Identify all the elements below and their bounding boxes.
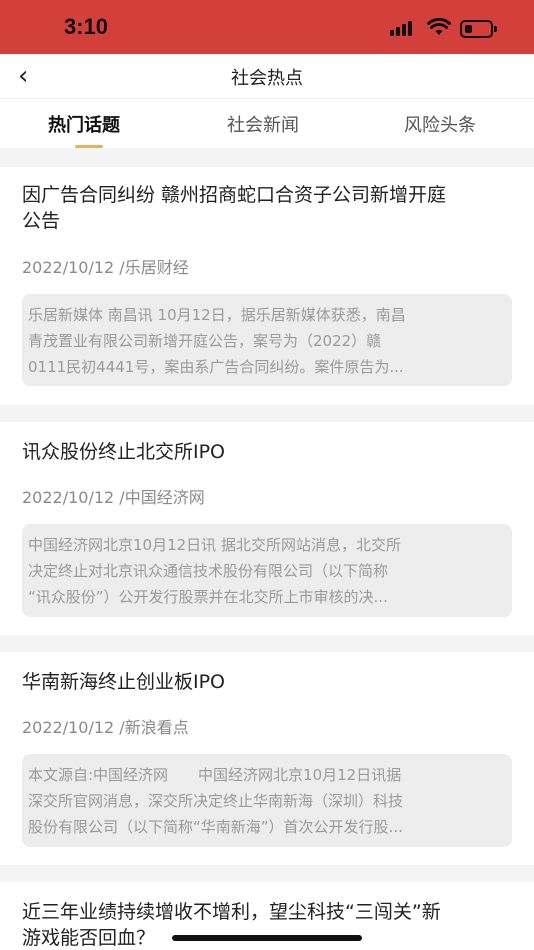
- tab-social-news[interactable]: 社会新闻: [227, 111, 299, 137]
- tab-bar: 热门话题 社会新闻 风险头条: [0, 98, 534, 148]
- article-title[interactable]: 近三年业绩持续增收不增利，望尘科技“三闯关”新 游戏能否回血？: [22, 899, 514, 950]
- nav-bar: ‹ 社会热点: [0, 54, 534, 98]
- status-bar: 3:10: [0, 0, 534, 54]
- article-meta: 2022/10/12 /乐居财经: [22, 258, 189, 277]
- active-tab-indicator: [75, 145, 103, 148]
- article-card[interactable]: 华南新海终止创业板IPO 2022/10/12 /新浪看点 本文源自:中国经济网…: [0, 652, 534, 865]
- signal-icon: [390, 20, 418, 36]
- wifi-icon: [427, 18, 451, 35]
- article-summary: 乐居新媒体 南昌讯 10月12日，据乐居新媒体获悉，南昌 青茂置业有限公司新增开…: [22, 294, 512, 386]
- article-summary: 中国经济网北京10月12日讯 据北交所网站消息，北交所 决定终止对北京讯众通信技…: [22, 524, 512, 617]
- page-title: 社会热点: [231, 68, 303, 89]
- battery-icon: [460, 20, 498, 38]
- article-title[interactable]: 华南新海终止创业板IPO: [22, 669, 514, 695]
- article-card[interactable]: 因广告合同纠纷 赣州招商蛇口合资子公司新增开庭 公告 2022/10/12 /乐…: [0, 167, 534, 405]
- article-title[interactable]: 讯众股份终止北交所IPO: [22, 439, 514, 465]
- status-time: 3:10: [64, 14, 109, 39]
- tab-hot-topics[interactable]: 热门话题: [48, 111, 120, 137]
- article-summary: 本文源自:中国经济网 中国经济网北京10月12日讯据 深交所官网消息，深交所决定…: [22, 754, 512, 847]
- article-card[interactable]: 讯众股份终止北交所IPO 2022/10/12 /中国经济网 中国经济网北京10…: [0, 422, 534, 635]
- article-title[interactable]: 因广告合同纠纷 赣州招商蛇口合资子公司新增开庭 公告: [22, 182, 514, 234]
- home-indicator: [172, 935, 362, 941]
- tab-risk-headlines[interactable]: 风险头条: [404, 111, 476, 137]
- article-meta: 2022/10/12 /中国经济网: [22, 488, 205, 507]
- article-meta: 2022/10/12 /新浪看点: [22, 718, 189, 737]
